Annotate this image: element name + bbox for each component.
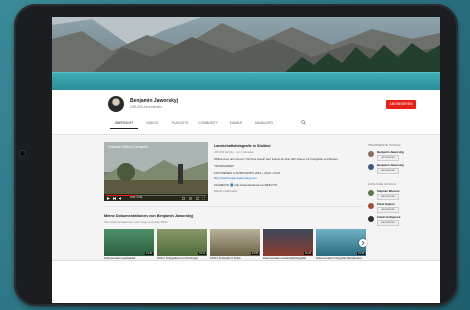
divider <box>104 206 364 207</box>
shelf-video-card[interactable]: 21:40 Dokumentation spektakulär <box>104 229 154 264</box>
video-duration: 18:12 <box>198 252 206 255</box>
tab-playlists[interactable]: PLAYLISTS <box>166 121 194 129</box>
sidebar-subscribe-button[interactable]: ABONNIEREN <box>377 193 399 200</box>
sidebar-channel-item[interactable]: Benjamin Jaworskyj ABONNIEREN <box>368 150 434 161</box>
sidebar-subscribe-button[interactable]: ABONNIEREN <box>377 154 399 161</box>
tablet-device: Benjamin Jaworskyj 235.000 Abonnenten AB… <box>14 4 458 306</box>
video-duration: 16:33 <box>304 252 312 255</box>
subtitles-icon[interactable] <box>182 196 185 200</box>
channel-avatar[interactable] <box>368 151 374 157</box>
featured-video-description: Willkommen auf meinem YouTube Kanal! Hie… <box>214 157 339 161</box>
tab-videos[interactable]: VIDEOS <box>138 121 166 129</box>
featured-video-meta: 235.000 Aufrufe · vor 4 Monaten <box>214 150 255 154</box>
video-frame <box>104 142 208 201</box>
subscribe-button[interactable]: ABONNIEREN <box>386 100 416 109</box>
sidebar-subscribe-button[interactable]: ABONNIEREN <box>377 219 399 226</box>
featured-video-info: Landschaftsfotografie in Südtirol 235.00… <box>214 144 364 193</box>
screen: Benjamin Jaworskyj 235.000 Abonnenten AB… <box>52 17 440 303</box>
featured-link[interactable]: http://www.benjaminjaworskyj.com <box>214 176 364 180</box>
volume-icon[interactable] <box>119 196 122 200</box>
sidebar-subscribe-button[interactable]: ABONNIEREN <box>377 206 399 213</box>
shelf-video-card[interactable]: 16:33 Dokumentation Landschaftsfotografi… <box>263 229 313 264</box>
video-thumbnail[interactable]: 21:40 <box>104 229 154 256</box>
sidebar-section-featured: PROMINENTE KANÄLE <box>368 143 401 147</box>
featured-video-player[interactable]: Fotowalk Südtirol | Bergwelt ... 0:00 / … <box>104 142 208 201</box>
shelf-video-card[interactable]: 18:12 DOKU: Fotografieren im Dschungel <box>157 229 207 264</box>
channel-avatar[interactable] <box>368 203 374 209</box>
video-overlay-title: Fotowalk Südtirol | Bergwelt ... <box>108 145 151 149</box>
sidebar-channel-item[interactable]: Stephan Wiesner ABONNIEREN <box>368 189 434 200</box>
video-thumbnail[interactable]: 24:05 <box>210 229 260 256</box>
tab-overview[interactable]: ÜBERSICHT <box>110 121 138 129</box>
channel-tabs: ÜBERSICHT VIDEOS PLAYLISTS COMMUNITY KAN… <box>110 121 278 129</box>
video-thumbnail[interactable]: 16:33 <box>263 229 313 256</box>
video-duration: 24:05 <box>251 252 259 255</box>
sidebar-channel-item[interactable]: Benjamin Jaworskyj ABONNIEREN <box>368 163 434 174</box>
chevron-right-icon[interactable] <box>359 239 367 247</box>
channel-name[interactable]: Benjamin Jaworskyj <box>130 98 178 104</box>
sidebar-channel-name[interactable]: Calvin Hollywood <box>377 215 400 219</box>
shelf-video-card[interactable]: 24:05 DOKU: Fotosafari in Afrika <box>210 229 260 264</box>
video-time: 0:00 / 9:34 <box>130 196 143 199</box>
channel-avatar[interactable] <box>368 164 374 170</box>
shelf-video-card[interactable]: 19:48 Dokumentation Fotografie Skandinav… <box>316 229 366 264</box>
sidebar-channel-name[interactable]: Benjamin Jaworskyj <box>377 163 404 167</box>
camera-icon <box>19 150 26 157</box>
sidebar-subscribe-button[interactable]: ABONNIEREN <box>377 167 399 174</box>
channel-header: Benjamin Jaworskyj 235.000 Abonnenten AB… <box>52 90 440 135</box>
play-icon[interactable] <box>107 196 110 200</box>
tab-channels[interactable]: KANÄLE <box>222 121 250 129</box>
sidebar-channel-name[interactable]: Pavel Kaplun <box>377 202 395 206</box>
subscriber-count: 235.000 Abonnenten <box>130 105 163 109</box>
show-more-link[interactable]: MEHR ANZEIGEN <box>214 189 364 193</box>
video-duration: 21:40 <box>145 252 153 255</box>
featured-video-title[interactable]: Landschaftsfotografie in Südtirol <box>214 144 364 148</box>
video-thumbnail[interactable]: 18:12 <box>157 229 207 256</box>
video-duration: 19:48 <box>357 252 365 255</box>
bottom-blank-area <box>52 260 440 303</box>
sidebar-section-related: ÄHNLICHE KANÄLE <box>368 182 396 186</box>
featured-facebook-line[interactable]: FACEBOOK 📘 http://www.facebook.com/BJFOT… <box>214 183 364 187</box>
fullscreen-icon[interactable] <box>202 196 205 200</box>
settings-icon[interactable] <box>189 196 192 200</box>
sidebar-channel-name[interactable]: Benjamin Jaworskyj <box>377 150 404 154</box>
channel-avatar[interactable] <box>368 190 374 196</box>
tab-community[interactable]: COMMUNITY <box>194 121 222 129</box>
sidebar-channel-item[interactable]: Calvin Hollywood ABONNIEREN <box>368 215 434 226</box>
channel-banner <box>52 17 440 90</box>
shelf-subtitle: Alle Dokumentationen und Vlogs auf einen… <box>104 220 168 224</box>
video-controls: 0:00 / 9:34 <box>104 194 208 201</box>
theater-icon[interactable] <box>196 197 199 200</box>
shelf-title[interactable]: Meine Dokumentationen von Benjamin Jawor… <box>104 214 193 218</box>
channel-avatar[interactable] <box>108 96 124 112</box>
search-icon[interactable] <box>301 120 306 125</box>
next-icon[interactable] <box>113 196 116 200</box>
sidebar-channel-item[interactable]: Pavel Kaplun ABONNIEREN <box>368 202 434 213</box>
tab-about[interactable]: KANALINFO <box>250 121 278 129</box>
channel-avatar[interactable] <box>368 216 374 222</box>
sidebar-channel-name[interactable]: Stephan Wiesner <box>377 189 400 193</box>
featured-sponsored: *SPONSORED* <box>214 164 235 169</box>
